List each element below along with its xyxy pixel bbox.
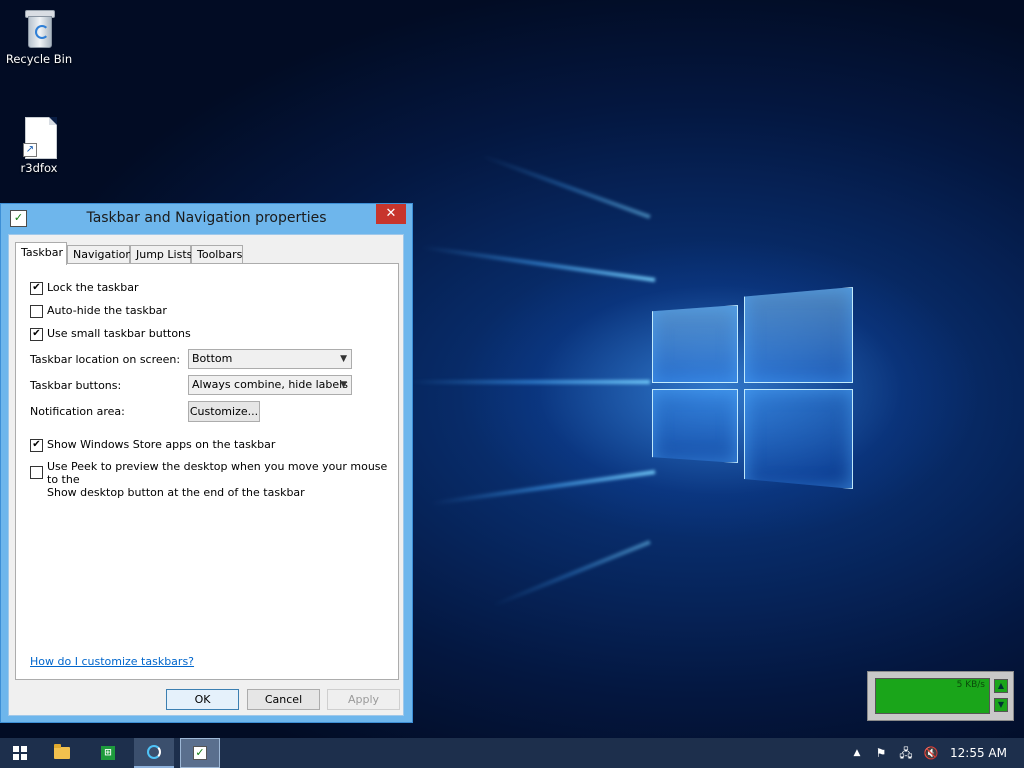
logo-pane-bottom-right [744,389,853,489]
tray-overflow-icon[interactable]: ▲ [850,738,864,768]
taskbar-properties-icon: ✓ [193,746,207,760]
widget-up-icon[interactable]: ▲ [994,679,1008,693]
lock-taskbar-checkbox[interactable]: ✔ [30,282,43,295]
store-apps-checkbox[interactable]: ✔ [30,439,43,452]
taskbar-tab-panel: ✔ Lock the taskbar Auto-hide the taskbar… [15,263,399,680]
dialog-title: Taskbar and Navigation properties [86,210,327,226]
taskbar-buttons-value: Always combine, hide labels [192,378,348,391]
dialog-client-area: Taskbar Navigation Jump Lists Toolbars ✔… [8,234,404,716]
taskbar-buttons-select[interactable]: Always combine, hide labels ▼ [188,375,352,395]
widget-down-icon[interactable]: ▼ [994,698,1008,712]
tab-toolbars[interactable]: Toolbars [191,245,243,264]
notification-area-label: Notification area: [30,405,125,418]
chevron-down-icon: ▼ [340,380,347,390]
location-select[interactable]: Bottom ▼ [188,349,352,369]
desktop-icon-recycle-bin[interactable]: Recycle Bin [4,8,74,66]
desktop-icon-label: Recycle Bin [5,52,73,66]
store-apps-label: Show Windows Store apps on the taskbar [47,438,276,451]
chevron-down-icon: ▼ [340,354,347,364]
action-center-flag-icon[interactable]: ⚑ [872,738,890,768]
peek-option[interactable]: Use Peek to preview the desktop when you… [30,460,398,499]
desktop-icon-r3dfox[interactable]: ↗ r3dfox [4,117,74,175]
volume-muted-icon[interactable]: 🔇 [920,738,942,768]
start-button[interactable] [0,738,40,768]
taskbar-properties-button[interactable]: ✓ [180,738,220,768]
clock[interactable]: 12:55 AM [950,738,1007,768]
light-beam [480,153,651,219]
peek-checkbox[interactable] [30,466,43,479]
logo-pane-top-right [744,287,853,383]
network-icon[interactable]: 🖧 [896,738,916,768]
light-beam [491,540,651,608]
file-explorer-button[interactable] [42,738,82,768]
peek-label-line1: Use Peek to preview the desktop when you… [47,460,388,486]
location-label: Taskbar location on screen: [30,353,181,366]
store-button[interactable]: ⊞ [88,738,128,768]
auto-hide-option[interactable]: Auto-hide the taskbar [30,304,167,318]
windows-logo-icon [13,746,27,760]
peek-label-line2: Show desktop button at the end of the ta… [47,486,305,499]
help-link[interactable]: How do I customize taskbars? [30,655,194,668]
close-button[interactable]: ✕ [376,204,406,224]
store-apps-option[interactable]: ✔ Show Windows Store apps on the taskbar [30,438,275,452]
tab-navigation[interactable]: Navigation [67,245,132,264]
logo-pane-top-left [652,305,738,383]
small-buttons-checkbox[interactable]: ✔ [30,328,43,341]
app-circle-button[interactable] [134,738,174,768]
network-meter-widget[interactable]: 5 KB/s ▲ ▼ [867,671,1014,721]
cancel-button[interactable]: Cancel [247,689,320,710]
file-shortcut-icon: ↗ [23,117,57,159]
light-beam [431,470,656,506]
app-circle-icon [147,745,161,759]
customize-button[interactable]: Customize... [188,401,260,422]
light-beam [422,245,656,282]
location-value: Bottom [192,352,233,365]
store-icon: ⊞ [101,746,115,760]
light-beam [410,380,650,384]
logo-pane-bottom-left [652,389,738,463]
lock-taskbar-label: Lock the taskbar [47,281,139,294]
network-graph: 5 KB/s [875,678,990,714]
small-buttons-label: Use small taskbar buttons [47,327,191,340]
dialog-titlebar[interactable]: ✓ Taskbar and Navigation properties ✕ [1,204,412,232]
tab-jump-lists[interactable]: Jump Lists [130,245,192,264]
tab-taskbar[interactable]: Taskbar [15,242,67,265]
auto-hide-label: Auto-hide the taskbar [47,304,167,317]
apply-button[interactable]: Apply [327,689,400,710]
small-buttons-option[interactable]: ✔ Use small taskbar buttons [30,327,191,341]
lock-taskbar-option[interactable]: ✔ Lock the taskbar [30,281,139,295]
network-rate: 5 KB/s [956,680,985,690]
taskbar: ⊞ ✓ ▲ ⚑ 🖧 🔇 12:55 AM [0,738,1024,768]
taskbar-properties-dialog: ✓ Taskbar and Navigation properties ✕ Ta… [0,203,413,723]
auto-hide-checkbox[interactable] [30,305,43,318]
folder-icon [54,744,70,759]
desktop-background: Recycle Bin ↗ r3dfox ✓ Taskbar and Navig… [0,0,1024,738]
desktop-icon-label: r3dfox [20,161,58,175]
taskbar-buttons-label: Taskbar buttons: [30,379,122,392]
recycle-bin-icon [24,8,55,48]
ok-button[interactable]: OK [166,689,239,710]
peek-label: Use Peek to preview the desktop when you… [47,460,398,499]
